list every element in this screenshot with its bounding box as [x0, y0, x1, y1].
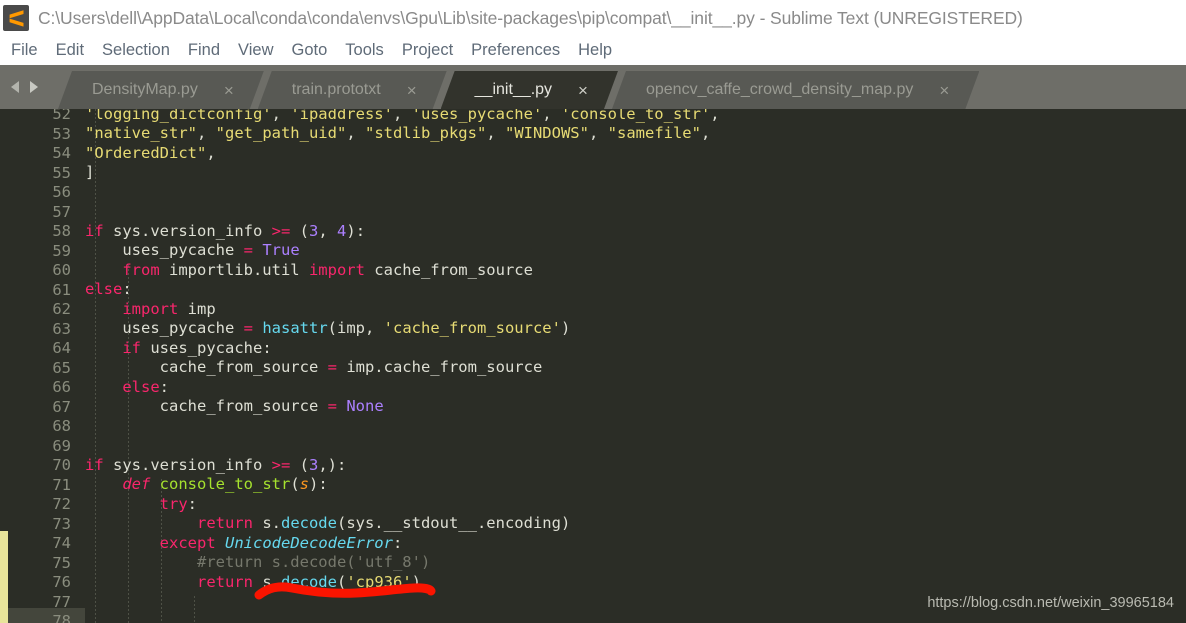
- line-number: 60: [52, 261, 71, 279]
- menu-item-help[interactable]: Help: [569, 41, 621, 60]
- code-line: try:: [159, 494, 197, 513]
- line-number: 66: [52, 378, 71, 396]
- line-number: 72: [52, 495, 71, 513]
- tab-label: __init__.py: [474, 81, 553, 98]
- code-line: return s.decode('cp936'): [196, 572, 421, 591]
- active-line-gutter-highlight: [8, 608, 85, 623]
- line-number: 54: [52, 144, 71, 162]
- code-line: from importlib.util import cache_from_so…: [122, 260, 533, 279]
- gutter-marker-bar: [0, 109, 8, 623]
- line-number: 75: [52, 553, 71, 572]
- menu-item-find[interactable]: Find: [179, 41, 229, 60]
- csdn-watermark: https://blog.csdn.net/weixin_39965184: [927, 595, 1174, 611]
- code-line: except UnicodeDecodeError:: [159, 533, 403, 552]
- code-line: "OrderedDict",: [85, 143, 216, 162]
- line-number: 57: [52, 202, 71, 221]
- line-number: 68: [52, 417, 71, 435]
- tab-nav-arrows: [9, 65, 40, 109]
- modified-lines-marker: [0, 531, 8, 623]
- menu-bar: File Edit Selection Find View Goto Tools…: [0, 36, 1186, 65]
- menu-item-tools[interactable]: Tools: [336, 41, 393, 60]
- tab-list: DensityMap.py × train.prototxt × __init_…: [58, 65, 973, 109]
- code-content[interactable]: 'logging_dictconfig', 'ipaddress', 'uses…: [85, 109, 1186, 623]
- code-line: ]: [85, 163, 95, 181]
- line-number: 67: [52, 397, 71, 416]
- menu-item-edit[interactable]: Edit: [47, 41, 93, 60]
- line-number: 76: [52, 573, 71, 591]
- line-number: 69: [52, 436, 71, 455]
- line-number: 78: [52, 612, 71, 623]
- tab-opencv-caffe-crowd-density-map-py[interactable]: opencv_caffe_crowd_density_map.py ×: [612, 71, 979, 109]
- tab-bar: DensityMap.py × train.prototxt × __init_…: [0, 65, 1186, 109]
- line-number: 77: [52, 592, 71, 611]
- code-line: else:: [122, 377, 169, 396]
- sublime-text-logo-icon: [3, 5, 29, 31]
- line-number: 58: [52, 222, 71, 240]
- chevron-left-icon[interactable]: [9, 80, 22, 94]
- line-number: 59: [52, 241, 71, 260]
- menu-item-view[interactable]: View: [229, 41, 282, 60]
- line-number: 65: [52, 358, 71, 377]
- code-line: cache_from_source = None: [85, 397, 384, 415]
- code-line: else:: [85, 280, 132, 298]
- sublime-text-window: C:\Users\dell\AppData\Local\conda\conda\…: [0, 0, 1186, 623]
- line-number: 52: [52, 109, 71, 123]
- line-number: 64: [52, 339, 71, 357]
- line-number: 62: [52, 300, 71, 318]
- menu-item-preferences[interactable]: Preferences: [462, 41, 569, 60]
- code-line: cache_from_source = imp.cache_from_sourc…: [85, 358, 543, 376]
- tab-init-py[interactable]: __init__.py ×: [441, 71, 618, 109]
- window-title: C:\Users\dell\AppData\Local\conda\conda\…: [38, 7, 1023, 28]
- menu-item-file[interactable]: File: [9, 41, 47, 60]
- tab-train-prototxt[interactable]: train.prototxt ×: [258, 71, 447, 109]
- code-line: "native_str", "get_path_uid", "stdlib_pk…: [85, 124, 711, 142]
- line-number: 74: [52, 534, 71, 552]
- line-number: 73: [52, 514, 71, 533]
- indent-guide: [194, 596, 195, 623]
- line-number: 56: [52, 183, 71, 201]
- code-line: 'logging_dictconfig', 'ipaddress', 'uses…: [85, 109, 720, 123]
- code-line: if sys.version_info >= (3, 4):: [85, 221, 366, 240]
- code-line: def console_to_str(s):: [122, 475, 328, 493]
- code-line: import imp: [122, 299, 216, 318]
- code-line: uses_pycache = True: [85, 241, 300, 259]
- close-icon[interactable]: ×: [224, 82, 234, 99]
- menu-item-goto[interactable]: Goto: [283, 41, 337, 60]
- close-icon[interactable]: ×: [407, 82, 417, 99]
- chevron-right-icon[interactable]: [27, 80, 40, 94]
- tab-label: train.prototxt: [291, 81, 381, 98]
- menu-item-selection[interactable]: Selection: [93, 41, 179, 60]
- title-bar: C:\Users\dell\AppData\Local\conda\conda\…: [0, 0, 1186, 36]
- line-number-gutter: 52 53 54 55 56 57 58 59 60 61 62 63 64 65 66 67 68 69 70 71…: [8, 109, 85, 623]
- line-number: 71: [52, 475, 71, 494]
- close-icon[interactable]: ×: [578, 82, 588, 99]
- tab-densitymap-py[interactable]: DensityMap.py ×: [58, 71, 264, 109]
- code-line: uses_pycache = hasattr(imp, 'cache_from_…: [85, 319, 571, 337]
- code-line: #return s.decode('utf_8'): [85, 553, 431, 571]
- line-number: 55: [52, 163, 71, 182]
- line-number: 70: [52, 456, 71, 474]
- menu-item-project[interactable]: Project: [393, 41, 462, 60]
- line-number: 61: [52, 280, 71, 299]
- code-line: if uses_pycache:: [122, 338, 272, 357]
- code-line: if sys.version_info >= (3,):: [85, 455, 347, 474]
- tab-label: DensityMap.py: [92, 81, 198, 98]
- code-editor[interactable]: 52 53 54 55 56 57 58 59 60 61 62 63 64 65 66 67 68 69 70 71…: [0, 109, 1186, 623]
- close-icon[interactable]: ×: [939, 82, 949, 99]
- code-line: return s.decode(sys.__stdout__.encoding): [196, 514, 571, 532]
- line-number: 63: [52, 319, 71, 338]
- tab-label: opencv_caffe_crowd_density_map.py: [645, 81, 914, 98]
- line-number: 53: [52, 124, 71, 143]
